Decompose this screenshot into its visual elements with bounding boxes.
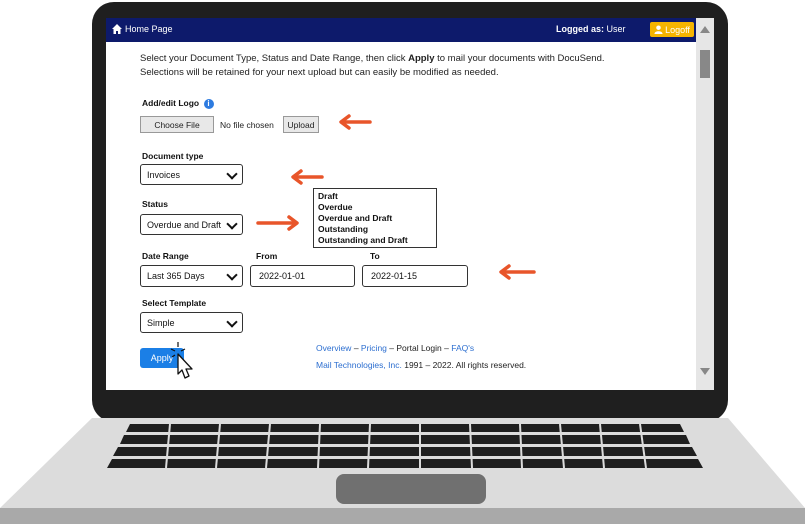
top-bar: Home Page Logged as: User Logoff [106,18,696,42]
status-option[interactable]: Overdue and Draft [318,213,432,224]
chevron-down-icon [226,269,238,281]
arrow-left-icon [291,169,324,185]
choose-file-button[interactable]: Choose File [140,116,214,133]
pointer-cursor-icon [170,342,193,379]
document-type-select[interactable]: Invoices [140,164,243,185]
logged-user: User [606,24,626,34]
footer-dash: – [444,343,449,353]
faqs-link[interactable]: FAQ's [451,343,474,353]
status-option[interactable]: Overdue [318,202,432,213]
from-label: From [256,251,278,261]
home-icon [112,24,122,34]
pricing-link[interactable]: Pricing [361,343,387,353]
scroll-up-arrow-icon[interactable] [700,26,710,33]
document-type-value: Invoices [147,169,181,180]
portal-login-text[interactable]: Portal Login [396,343,441,353]
to-date-input[interactable]: 2022-01-15 [362,265,468,287]
document-type-label: Document type [142,151,204,161]
arrow-left-icon [499,264,536,280]
info-icon[interactable]: i [203,98,214,109]
arrow-left-icon [339,114,372,130]
date-range-label: Date Range [142,251,189,261]
scroll-down-arrow-icon[interactable] [700,368,710,375]
status-options-list[interactable]: Draft Overdue Overdue and Draft Outstand… [313,188,437,248]
no-file-chosen-text: No file chosen [220,120,274,130]
scroll-thumb[interactable] [700,50,710,78]
chevron-down-icon [226,218,238,230]
screen: Home Page Logged as: User Logoff Select … [106,18,714,390]
date-range-select[interactable]: Last 365 Days [140,265,243,287]
copyright-rights: All rights reserved. [455,360,527,370]
scrollbar[interactable] [696,18,714,390]
upload-button[interactable]: Upload [283,116,319,133]
copyright: Mail Technologies, Inc. 1991 – 2022. All… [316,360,526,370]
chevron-down-icon [226,168,238,180]
from-date-input[interactable]: 2022-01-01 [250,265,355,287]
status-option[interactable]: Outstanding [318,224,432,235]
copyright-years: 1991 – 2022. [404,360,454,370]
logoff-label: Logoff [665,24,690,35]
status-value: Overdue and Draft [147,219,222,230]
laptop-base [0,418,805,524]
status-option[interactable]: Outstanding and Draft [318,235,432,246]
status-select[interactable]: Overdue and Draft [140,214,243,235]
home-link[interactable]: Home Page [112,24,173,34]
footer-dash: – [353,343,359,353]
template-value: Simple [147,317,175,328]
logged-prefix: Logged as: [556,24,605,34]
arrow-right-icon [256,215,299,231]
status-label: Status [142,199,168,209]
logo-label: Add/edit Logo [142,98,200,108]
intro-line1-pre: Select your Document Type, Status and Da… [140,53,409,64]
logo-label-row: Add/edit Logo i [142,98,214,109]
logged-as: Logged as: User [556,24,626,34]
footer-dash: – [389,343,395,353]
status-option[interactable]: Draft [318,191,432,202]
to-label: To [370,251,380,261]
chevron-down-icon [226,316,238,328]
brand-name: Mail Technologies, Inc. [316,360,402,370]
template-select[interactable]: Simple [140,312,243,333]
overview-link[interactable]: Overview [316,343,351,353]
template-label: Select Template [142,298,207,308]
logoff-button[interactable]: Logoff [650,22,694,37]
intro-line1-bold: Apply [408,53,435,64]
user-icon [654,25,663,34]
intro-line2: Selections will be retained for your nex… [140,67,499,78]
date-range-value: Last 365 Days [147,271,205,281]
home-label: Home Page [125,24,173,34]
footer-links: Overview – Pricing – Portal Login – FAQ'… [316,343,474,353]
intro-line1-post: to mail your documents with DocuSend. [434,53,605,64]
intro-text: Select your Document Type, Status and Da… [140,52,640,80]
